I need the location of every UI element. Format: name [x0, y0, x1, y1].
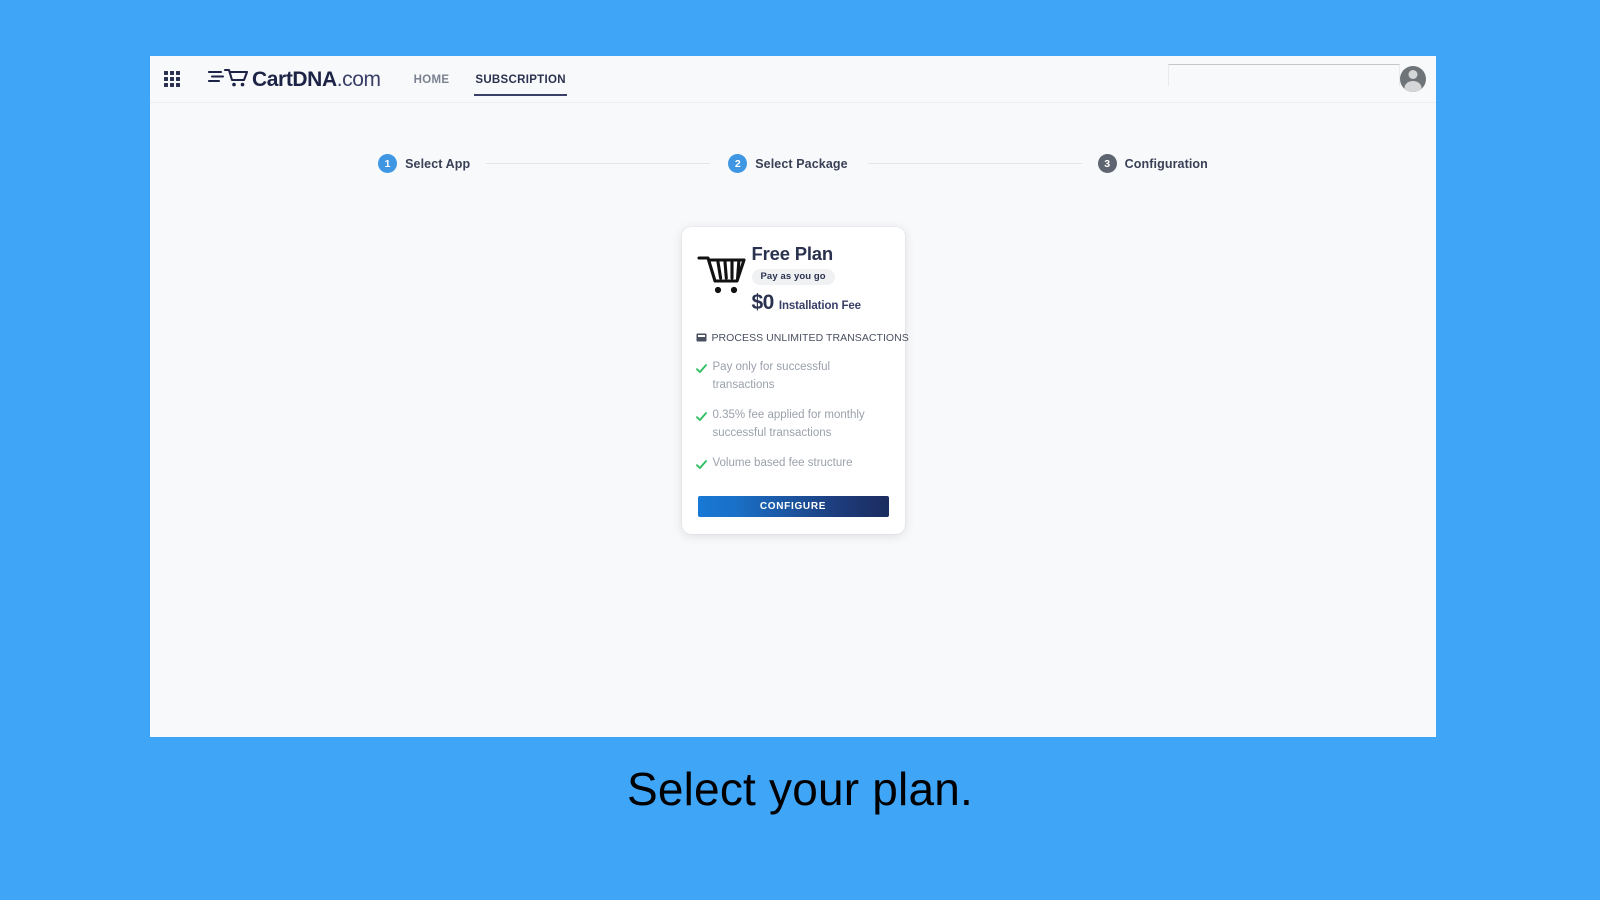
- transaction-card-icon: [696, 329, 707, 347]
- plan-heading-group: Free Plan Pay as you go $0 Installation …: [751, 242, 891, 315]
- brand-tld: .com: [336, 67, 381, 91]
- step-2-number: 2: [728, 154, 748, 173]
- apps-grid-icon[interactable]: [164, 71, 180, 87]
- step-connector-1: [486, 163, 711, 164]
- plan-badge: Pay as you go: [751, 269, 835, 286]
- list-item: Pay only for successful transactions: [695, 359, 891, 395]
- progress-stepper: 1 Select App 2 Select Package 3 Configur…: [150, 154, 1436, 173]
- plans-area: Free Plan Pay as you go $0 Installation …: [150, 227, 1436, 534]
- configure-button[interactable]: CONFIGURE: [697, 495, 889, 517]
- step-1-number: 1: [378, 154, 398, 173]
- feature-text: 0.35% fee applied for monthly successful…: [712, 408, 865, 439]
- step-3-label: Configuration: [1124, 156, 1208, 171]
- step-1-label: Select App: [405, 156, 471, 171]
- step-select-package[interactable]: 2 Select Package: [728, 154, 848, 173]
- avatar[interactable]: [1400, 64, 1430, 94]
- brand-name: CartDNA: [252, 67, 337, 91]
- check-icon: [695, 409, 707, 427]
- list-item: Volume based fee structure: [695, 455, 891, 475]
- search-input[interactable]: [1168, 64, 1400, 86]
- plan-subheading: PROCESS UNLIMITED TRANSACTIONS: [696, 329, 909, 347]
- plan-price-note: Installation Fee: [778, 300, 861, 313]
- main-nav: HOME SUBSCRIPTION: [413, 56, 567, 102]
- plan-feature-list: Pay only for successful transactions 0.3…: [682, 359, 905, 474]
- plan-price: $0: [751, 291, 775, 315]
- step-connector-2: [867, 163, 1082, 164]
- plan-title: Free Plan: [751, 243, 834, 264]
- plan-price-row: $0 Installation Fee: [752, 291, 891, 315]
- check-icon: [695, 361, 707, 379]
- plan-subheading-text: PROCESS UNLIMITED TRANSACTIONS: [711, 332, 909, 345]
- check-icon: [695, 457, 707, 475]
- plan-card-free[interactable]: Free Plan Pay as you go $0 Installation …: [681, 227, 909, 534]
- brand-logo[interactable]: CartDNA .com: [207, 66, 381, 93]
- nav-item-home[interactable]: HOME: [413, 60, 451, 99]
- nav-item-subscription[interactable]: SUBSCRIPTION: [474, 60, 567, 99]
- step-select-app[interactable]: 1 Select App: [378, 154, 470, 173]
- plan-card-header: Free Plan Pay as you go $0 Installation …: [682, 242, 905, 315]
- shopping-cart-icon: [696, 250, 748, 301]
- list-item: 0.35% fee applied for monthly successful…: [695, 407, 891, 443]
- step-configuration[interactable]: 3 Configuration: [1097, 154, 1208, 173]
- step-2-label: Select Package: [755, 156, 848, 171]
- app-header: CartDNA .com HOME SUBSCRIPTION: [150, 56, 1436, 103]
- step-3-number: 3: [1097, 154, 1117, 173]
- page-caption: Select your plan.: [626, 763, 974, 815]
- feature-text: Volume based fee structure: [712, 456, 853, 469]
- cart-speed-logo-icon: [207, 66, 250, 93]
- feature-text: Pay only for successful transactions: [712, 361, 831, 392]
- app-window: CartDNA .com HOME SUBSCRIPTION 1 Select …: [150, 56, 1436, 737]
- user-avatar-icon: [1400, 66, 1426, 92]
